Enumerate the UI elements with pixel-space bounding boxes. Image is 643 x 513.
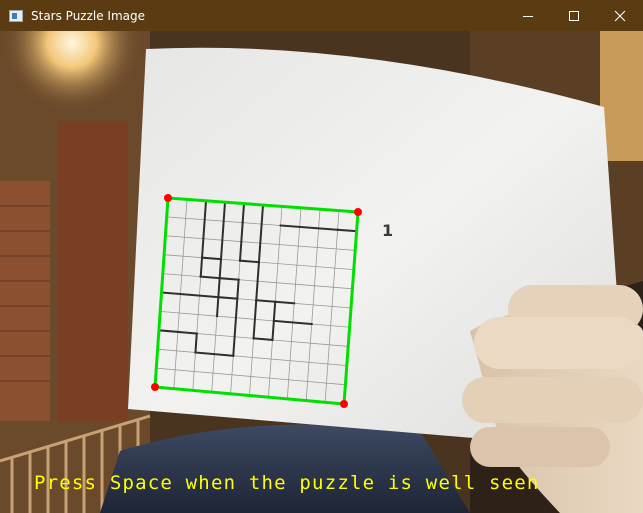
- brick-wall: [0, 181, 50, 421]
- minimize-button[interactable]: [505, 0, 551, 31]
- page-number: 1: [382, 221, 393, 240]
- minimize-icon: [523, 15, 533, 17]
- camera-view: 1 Press Space when the puzzle is well se…: [0, 31, 643, 513]
- region-border: [199, 256, 204, 278]
- window-title: Stars Puzzle Image: [31, 8, 146, 23]
- right-light: [600, 31, 643, 161]
- corner-marker-top-right: [354, 208, 362, 216]
- region-border: [236, 278, 240, 300]
- maximize-icon: [569, 10, 579, 21]
- door: [58, 121, 128, 421]
- app-icon: [9, 9, 23, 22]
- region-border: [336, 228, 358, 233]
- region-border: [241, 202, 246, 224]
- corner-marker-bottom-right: [340, 400, 348, 408]
- region-border: [215, 296, 220, 318]
- app-window: Stars Puzzle Image 1 Press Space when th…: [0, 0, 643, 513]
- window-controls: [505, 0, 643, 31]
- close-icon: [614, 10, 626, 21]
- region-border: [217, 277, 221, 299]
- close-button[interactable]: [597, 0, 643, 31]
- maximize-button[interactable]: [551, 0, 597, 31]
- camera-frame: 1: [0, 31, 643, 513]
- region-border: [194, 332, 198, 354]
- corner-marker-bottom-left: [151, 383, 159, 391]
- corner-marker-top-left: [164, 194, 172, 202]
- title-bar[interactable]: Stars Puzzle Image: [0, 0, 643, 31]
- instruction-overlay: Press Space when the puzzle is well seen: [34, 472, 540, 494]
